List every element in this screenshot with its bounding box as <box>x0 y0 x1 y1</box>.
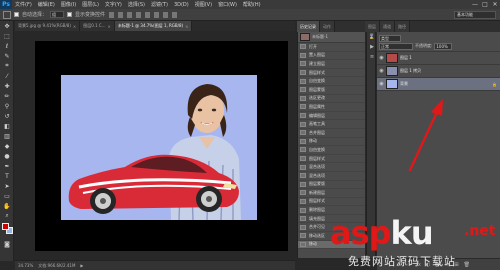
annotation-arrow <box>408 99 443 172</box>
foreground-color-swatch[interactable] <box>2 223 9 230</box>
